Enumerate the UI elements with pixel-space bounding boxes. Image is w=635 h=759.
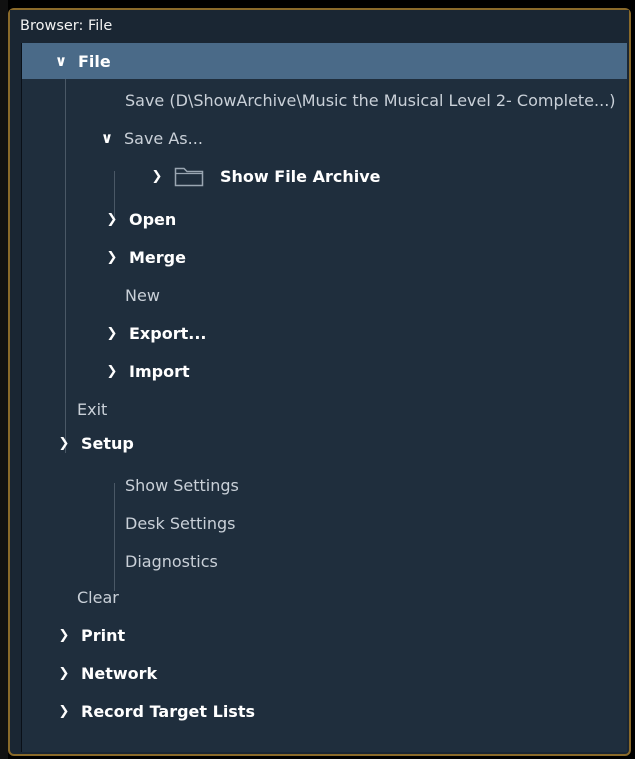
- chevron-right-icon[interactable]: ❯: [55, 666, 73, 681]
- tree-item-label: Clear: [77, 587, 119, 607]
- tree-item-label: Setup: [81, 433, 134, 453]
- tree-item-import[interactable]: ❯ Import: [22, 352, 627, 390]
- tree-item-record-target-lists[interactable]: ❯ Record Target Lists: [22, 692, 627, 730]
- tree-item-export[interactable]: ❯ Export...: [22, 314, 627, 352]
- tree-item-save-as[interactable]: ∨ Save As...: [22, 119, 627, 157]
- tree-item-label: Show File Archive: [220, 166, 381, 186]
- tree-item-label: Show Settings: [125, 475, 239, 495]
- tree-item-label: Network: [81, 663, 158, 683]
- tree-item-label: Record Target Lists: [81, 701, 255, 721]
- tree-item-print[interactable]: ❯ Print: [22, 616, 627, 654]
- tree-item-label: Merge: [129, 247, 186, 267]
- tree-item-label: Diagnostics: [125, 551, 218, 571]
- chevron-down-icon[interactable]: ∨: [52, 52, 70, 70]
- tree-item-clear[interactable]: Clear: [22, 578, 627, 616]
- tree-item-network[interactable]: ❯ Network: [22, 654, 627, 692]
- chevron-down-icon[interactable]: ∨: [98, 129, 116, 147]
- tree-item-diagnostics[interactable]: Diagnostics: [22, 542, 627, 580]
- chevron-right-icon[interactable]: ❯: [103, 212, 121, 227]
- tree-item-label: Save As...: [124, 128, 203, 148]
- tree-item-save[interactable]: Save (D\ShowArchive\Music the Musical Le…: [22, 81, 627, 119]
- tree-item-open[interactable]: ❯ Open: [22, 200, 627, 238]
- tree-item-show-file-archive[interactable]: ❯ Show File Archive: [22, 157, 627, 195]
- tree-item-exit[interactable]: Exit: [22, 390, 627, 428]
- tree-item-new[interactable]: New: [22, 276, 627, 314]
- tree-item-label: Save (D\ShowArchive\Music the Musical Le…: [125, 90, 616, 110]
- left-edge: [0, 0, 8, 759]
- file-browser-tree: ∨ File Save (D\ShowArchive\Music the Mus…: [21, 43, 627, 752]
- tree-item-setup[interactable]: ❯ Setup: [22, 424, 627, 462]
- chevron-right-icon[interactable]: ❯: [55, 436, 73, 451]
- chevron-right-icon[interactable]: ❯: [103, 364, 121, 379]
- chevron-right-icon[interactable]: ❯: [103, 250, 121, 265]
- tree-item-label: Import: [129, 361, 190, 381]
- tree-item-label: Open: [129, 209, 177, 229]
- browser-window: Browser: File ∨ File Save (D\ShowArchive…: [8, 8, 631, 756]
- window-title: Browser: File: [10, 10, 629, 43]
- tree-item-show-settings[interactable]: Show Settings: [22, 466, 627, 504]
- tree-item-label: Export...: [129, 323, 207, 343]
- tree-item-label: File: [78, 51, 111, 71]
- chevron-right-icon[interactable]: ❯: [55, 628, 73, 643]
- tree-item-label: Desk Settings: [125, 513, 236, 533]
- folder-icon: [174, 167, 204, 187]
- tree-item-label: Exit: [77, 399, 108, 419]
- tree-item-desk-settings[interactable]: Desk Settings: [22, 504, 627, 542]
- tree-item-merge[interactable]: ❯ Merge: [22, 238, 627, 276]
- chevron-right-icon[interactable]: ❯: [55, 704, 73, 719]
- chevron-right-icon[interactable]: ❯: [148, 169, 166, 184]
- tree-item-file[interactable]: ∨ File: [22, 43, 627, 79]
- tree-item-label: New: [125, 285, 160, 305]
- chevron-right-icon[interactable]: ❯: [103, 326, 121, 341]
- tree-item-label: Print: [81, 625, 126, 645]
